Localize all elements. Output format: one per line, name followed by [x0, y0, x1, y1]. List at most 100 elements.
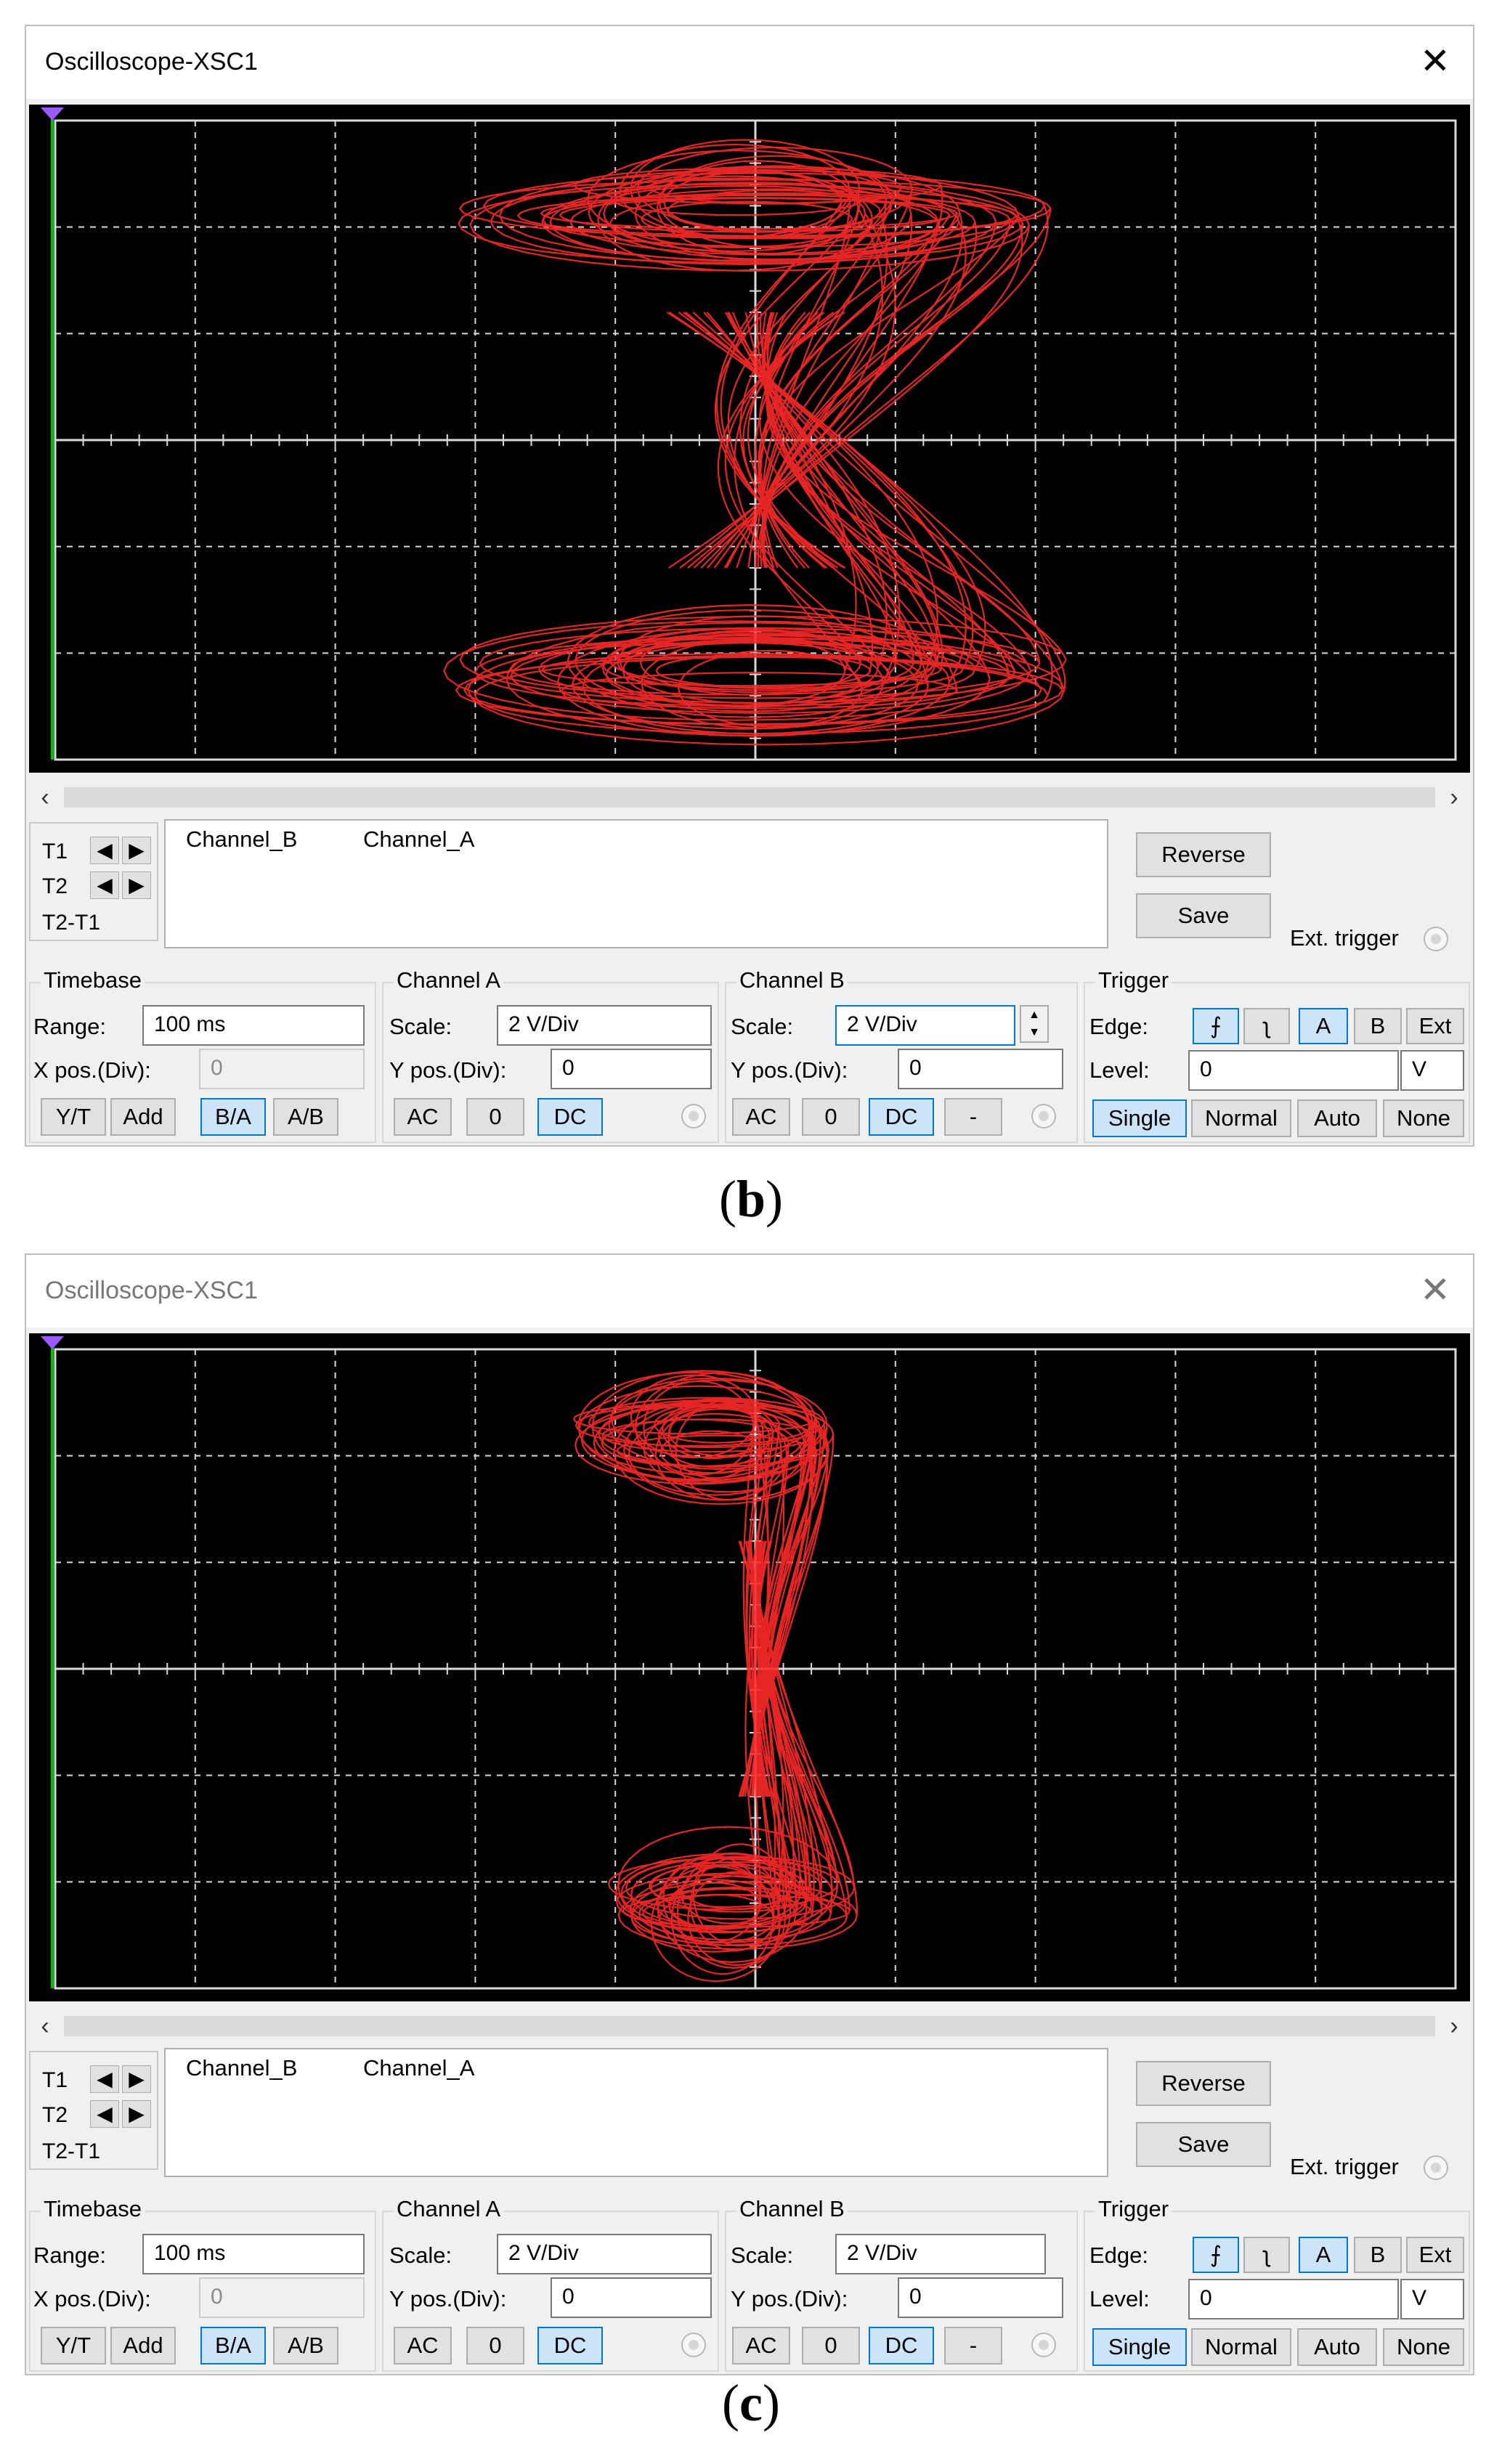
channel-b-scale-input[interactable]: 2 V/Div: [835, 2234, 1046, 2274]
range-label: Range:: [33, 2243, 106, 2268]
channel-b-zero-button[interactable]: 0: [802, 2327, 860, 2365]
channel-b-scale-input[interactable]: 2 V/Div: [835, 1005, 1015, 1046]
channel-a-ypos-label: Y pos.(Div):: [389, 2286, 507, 2311]
rising-edge-icon[interactable]: ⨍: [1193, 2237, 1239, 2273]
channel-a-ac-button[interactable]: AC: [394, 1098, 452, 1136]
trigger-source-a-button[interactable]: A: [1299, 2237, 1348, 2273]
ext-trigger-radio[interactable]: [1424, 927, 1448, 951]
channel-a-scale-input[interactable]: 2 V/Div: [497, 2234, 712, 2274]
trigger-none-button[interactable]: None: [1383, 2328, 1464, 2366]
scroll-right-icon[interactable]: ›: [1438, 784, 1470, 810]
scroll-left-icon[interactable]: ‹: [29, 784, 61, 810]
mode-ba-button[interactable]: B/A: [200, 1098, 266, 1136]
channel-a-group: Channel A Scale: 2 V/Div Y pos.(Div): 0 …: [382, 2196, 719, 2372]
rising-edge-icon[interactable]: ⨍: [1193, 1008, 1239, 1044]
arrow-right-icon[interactable]: ▶: [122, 2100, 151, 2128]
channel-b-radio[interactable]: [1031, 2333, 1056, 2357]
trigger-normal-button[interactable]: Normal: [1191, 1099, 1291, 1137]
t1-label: T1: [42, 839, 68, 863]
arrow-left-icon[interactable]: ◀: [90, 871, 119, 899]
trigger-normal-button[interactable]: Normal: [1191, 2328, 1291, 2366]
channel-b-ac-button[interactable]: AC: [732, 2327, 790, 2365]
channel-b-dc-button[interactable]: DC: [869, 2327, 934, 2365]
channel-b-ypos-input[interactable]: 0: [898, 1049, 1063, 1089]
trigger-source-ext-button[interactable]: Ext: [1406, 1008, 1464, 1044]
mode-yt-button[interactable]: Y/T: [41, 2327, 106, 2365]
channel-a-radio[interactable]: [681, 2333, 706, 2357]
trigger-source-b-button[interactable]: B: [1354, 1008, 1402, 1044]
channel-a-ypos-input[interactable]: 0: [551, 2277, 712, 2318]
window-title: Oscilloscope-XSC1: [45, 48, 258, 76]
save-button[interactable]: Save: [1136, 893, 1271, 938]
mode-add-button[interactable]: Add: [110, 1098, 176, 1136]
arrow-right-icon[interactable]: ▶: [122, 871, 151, 899]
channel-b-dc-button[interactable]: DC: [869, 1098, 934, 1136]
trigger-source-b-button[interactable]: B: [1354, 2237, 1402, 2273]
close-icon[interactable]: ✕: [1413, 1268, 1457, 1312]
channel-a-group: Channel A Scale: 2 V/Div Y pos.(Div): 0 …: [382, 967, 719, 1143]
level-unit[interactable]: V: [1400, 2279, 1464, 2319]
trigger-none-button[interactable]: None: [1383, 1099, 1464, 1137]
caption-b: (b): [718, 1170, 783, 1228]
mode-add-button[interactable]: Add: [110, 2327, 176, 2365]
level-input[interactable]: 0: [1188, 2279, 1399, 2319]
channel-a-ac-button[interactable]: AC: [394, 2327, 452, 2365]
save-button[interactable]: Save: [1136, 2122, 1271, 2167]
falling-edge-icon[interactable]: ʅ: [1243, 1008, 1290, 1044]
scroll-track[interactable]: [64, 2016, 1435, 2036]
mode-ab-button[interactable]: A/B: [273, 2327, 338, 2365]
channel-b-ypos-input[interactable]: 0: [898, 2277, 1063, 2318]
trace-group: [572, 1370, 858, 1983]
channel-a-dc-button[interactable]: DC: [537, 2327, 603, 2365]
arrow-left-icon[interactable]: ◀: [90, 2065, 119, 2093]
mode-ba-button[interactable]: B/A: [200, 2327, 266, 2365]
channel-b-ac-button[interactable]: AC: [732, 1098, 790, 1136]
channel-b-title: Channel B: [736, 2196, 848, 2222]
channel-a-scale-input[interactable]: 2 V/Div: [497, 1005, 712, 1046]
trigger-source-a-button[interactable]: A: [1299, 1008, 1348, 1044]
xpos-input[interactable]: 0: [199, 1049, 365, 1089]
trigger-auto-button[interactable]: Auto: [1297, 2328, 1377, 2366]
channel-b-minus-button[interactable]: -: [944, 2327, 1002, 2365]
reverse-button[interactable]: Reverse: [1136, 832, 1271, 877]
range-input[interactable]: 100 ms: [142, 1005, 365, 1046]
channel-a-title: Channel A: [394, 2196, 504, 2222]
level-input[interactable]: 0: [1188, 1050, 1399, 1091]
mode-yt-button[interactable]: Y/T: [41, 1098, 106, 1136]
channel-a-dc-button[interactable]: DC: [537, 1098, 603, 1136]
trigger-auto-button[interactable]: Auto: [1297, 1099, 1377, 1137]
channel-a-zero-button[interactable]: 0: [466, 2327, 524, 2365]
channel-b-zero-button[interactable]: 0: [802, 1098, 860, 1136]
channel-a-zero-button[interactable]: 0: [466, 1098, 524, 1136]
arrow-right-icon[interactable]: ▶: [122, 2065, 151, 2093]
mode-ab-button[interactable]: A/B: [273, 1098, 338, 1136]
falling-edge-icon[interactable]: ʅ: [1243, 2237, 1290, 2273]
close-icon[interactable]: ✕: [1413, 39, 1457, 83]
scroll-track[interactable]: [64, 787, 1435, 808]
channel-a-radio[interactable]: [681, 1104, 706, 1129]
spin-up-icon[interactable]: ▲: [1021, 1007, 1047, 1024]
trigger-source-ext-button[interactable]: Ext: [1406, 2237, 1464, 2273]
channel-a-ypos-input[interactable]: 0: [551, 1049, 712, 1089]
horizontal-scrollbar[interactable]: ‹ ›: [29, 784, 1470, 810]
ext-trigger-radio[interactable]: [1424, 2155, 1448, 2180]
arrow-right-icon[interactable]: ▶: [122, 837, 151, 864]
level-unit[interactable]: V: [1400, 1050, 1464, 1091]
channel-b-title: Channel B: [736, 967, 848, 993]
channel-b-minus-button[interactable]: -: [944, 1098, 1002, 1136]
trigger-single-button[interactable]: Single: [1092, 2328, 1187, 2366]
horizontal-scrollbar[interactable]: ‹ ›: [29, 2013, 1470, 2039]
xpos-input[interactable]: 0: [199, 2277, 365, 2318]
arrow-left-icon[interactable]: ◀: [90, 2100, 119, 2128]
trigger-single-button[interactable]: Single: [1092, 1099, 1187, 1137]
spin-down-icon[interactable]: ▼: [1021, 1024, 1047, 1041]
oscilloscope-window-c: Oscilloscope-XSC1 ✕ ‹ › T1 ◀ ▶ T2 ◀ ▶ T2…: [25, 1253, 1474, 2375]
level-label: Level:: [1089, 2286, 1150, 2311]
arrow-left-icon[interactable]: ◀: [90, 837, 119, 864]
channel-b-scale-spinner[interactable]: ▲ ▼: [1020, 1005, 1049, 1043]
channel-b-radio[interactable]: [1031, 1104, 1056, 1129]
scroll-left-icon[interactable]: ‹: [29, 2013, 61, 2039]
scroll-right-icon[interactable]: ›: [1438, 2013, 1470, 2039]
reverse-button[interactable]: Reverse: [1136, 2061, 1271, 2106]
range-input[interactable]: 100 ms: [142, 2234, 365, 2274]
